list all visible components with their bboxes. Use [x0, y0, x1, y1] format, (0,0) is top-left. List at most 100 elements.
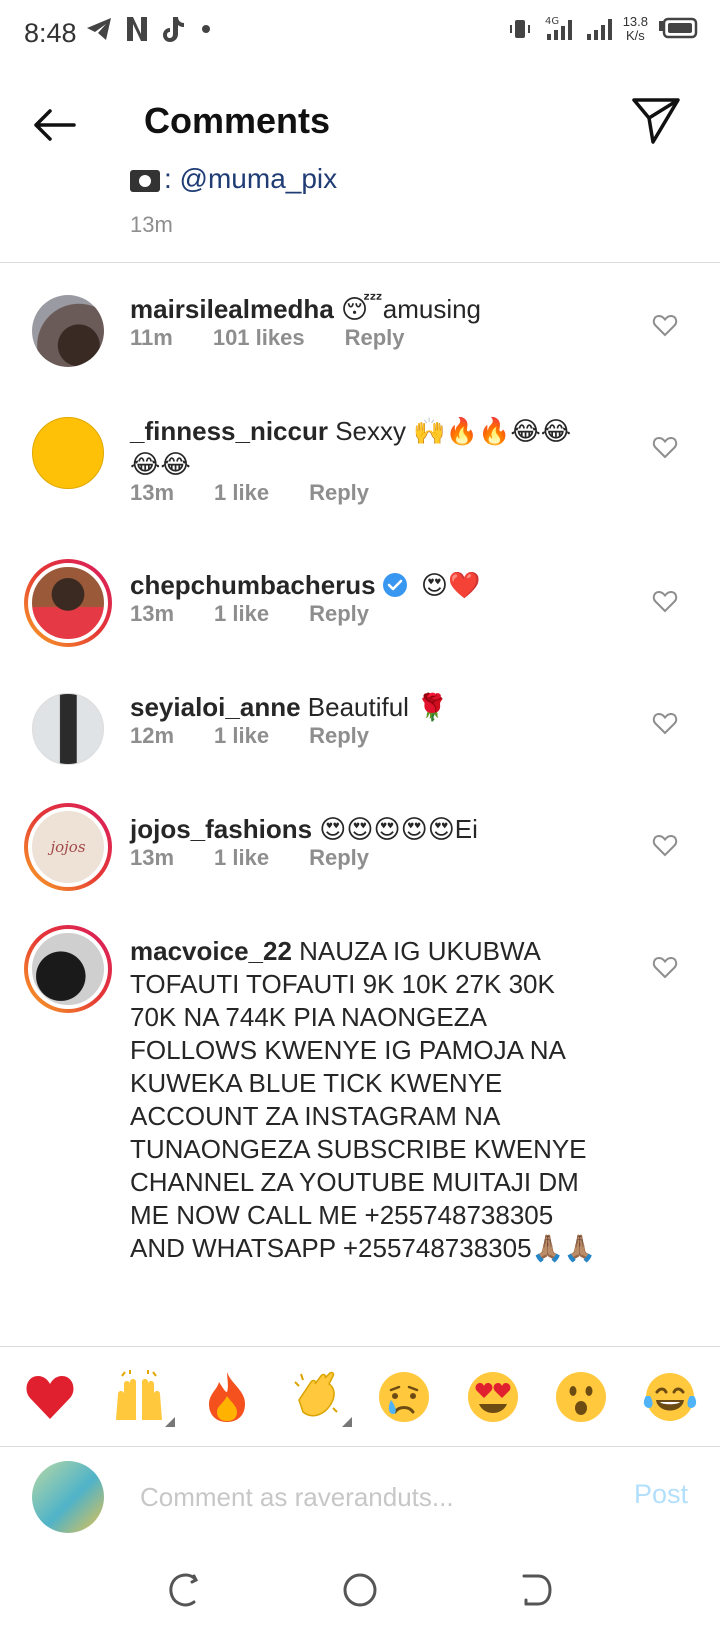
comment-meta: 13m 1 like Reply — [130, 845, 369, 871]
reply-button[interactable]: Reply — [309, 845, 369, 871]
comment-meta: 11m 101 likes Reply — [130, 325, 405, 351]
comment-meta: 12m 1 like Reply — [130, 723, 369, 749]
comment-likes[interactable]: 1 like — [214, 480, 269, 506]
netflix-icon — [127, 17, 147, 41]
quick-emoji-bar — [0, 1346, 720, 1446]
network-speed: 13.8 K/s — [623, 15, 648, 43]
comments-list[interactable]: mairsilealmedha 😴amusing 11m 101 likes R… — [0, 263, 720, 1346]
comment-username[interactable]: jojos_fashions — [130, 814, 312, 844]
skin-tone-indicator — [341, 1416, 352, 1427]
comment-text: chepchumbacherus 😍❤️ — [130, 569, 600, 602]
comment-time: 13m — [130, 601, 175, 626]
send-icon[interactable] — [630, 94, 682, 146]
quick-emoji-button[interactable] — [640, 1367, 700, 1427]
like-heart-icon[interactable] — [652, 710, 678, 736]
comment-likes[interactable]: 1 like — [214, 723, 269, 749]
avatar — [28, 563, 108, 643]
skin-tone-indicator — [164, 1416, 175, 1427]
back-arrow-icon[interactable] — [28, 98, 82, 152]
status-bar: 8:48 4G 13.8 K/s — [0, 0, 720, 66]
comment-username[interactable]: _finness_niccur — [130, 416, 328, 446]
quick-emoji-button[interactable] — [463, 1367, 523, 1427]
network-speed-unit: K/s — [625, 28, 645, 43]
comment-meta: 13m 1 like Reply — [130, 480, 369, 506]
reply-button[interactable]: Reply — [309, 723, 369, 749]
comment-text: macvoice_22 NAUZA IG UKUBWA TOFAUTI TOFA… — [130, 935, 600, 1265]
avatar[interactable] — [32, 295, 104, 367]
comment-text: _finness_niccur Sexxy 🙌🔥🔥😂😂😂😂 — [130, 415, 600, 481]
page-title: Comments — [144, 100, 331, 141]
caption-credit-text[interactable]: : @muma_pix — [164, 163, 337, 194]
like-heart-icon[interactable] — [652, 434, 678, 460]
reply-button[interactable]: Reply — [309, 601, 369, 627]
comment-time: 12m — [130, 723, 175, 748]
recent-apps-icon[interactable] — [162, 1568, 206, 1612]
svg-text:4G: 4G — [545, 16, 559, 27]
comment-text: seyialoi_anne Beautiful 🌹 — [130, 691, 600, 724]
comment-input[interactable] — [140, 1477, 580, 1517]
avatar-story-ring[interactable] — [24, 559, 112, 647]
comment-message: NAUZA IG UKUBWA TOFAUTI TOFAUTI 9K 10K 2… — [130, 936, 597, 1263]
quick-emoji-button[interactable] — [197, 1367, 257, 1427]
notification-icons — [84, 14, 210, 44]
caption-credit[interactable]: : @muma_pix — [130, 163, 337, 195]
comment-time: 13m — [130, 480, 175, 505]
quick-emoji-button[interactable] — [20, 1367, 80, 1427]
like-heart-icon[interactable] — [652, 954, 678, 980]
comment-time: 13m — [130, 845, 175, 870]
like-heart-icon[interactable] — [652, 588, 678, 614]
status-right: 4G 13.8 K/s — [507, 14, 698, 44]
home-icon[interactable] — [338, 1568, 382, 1612]
laughing-tears-icon — [643, 1372, 696, 1421]
avatar-story-ring[interactable] — [24, 925, 112, 1013]
reply-button[interactable]: Reply — [345, 325, 405, 351]
raising-hands-icon — [115, 1369, 162, 1420]
current-user-avatar — [32, 1461, 104, 1533]
verified-badge-icon — [382, 573, 407, 597]
comment-likes[interactable]: 101 likes — [213, 325, 305, 351]
vibrate-icon — [509, 20, 530, 38]
quick-emoji-button[interactable] — [286, 1367, 352, 1427]
avatar-story-ring[interactable]: jojos — [24, 803, 112, 891]
avatar — [28, 929, 108, 1009]
tiktok-icon — [163, 17, 184, 42]
avatar[interactable] — [32, 693, 104, 765]
reply-button[interactable]: Reply — [309, 480, 369, 506]
comment-meta: 13m 1 like Reply — [130, 601, 369, 627]
comment-message: 😍❤️ — [413, 570, 481, 600]
comment-username[interactable]: seyialoi_anne — [130, 692, 301, 722]
avatar[interactable] — [32, 417, 104, 489]
clapping-hands-icon — [294, 1371, 338, 1416]
like-heart-icon[interactable] — [652, 312, 678, 338]
signal-4g-icon: 4G — [545, 16, 572, 40]
more-notifications-dot — [202, 25, 210, 33]
comment-message: 😍😍😍😍😍Ei — [312, 814, 478, 844]
caption-tail: : @muma_pix 13m — [130, 160, 690, 260]
camera-icon — [130, 169, 160, 192]
comment-time: 11m — [130, 325, 173, 350]
caption-time: 13m — [130, 212, 173, 237]
sleeping-face-icon: 😴 — [341, 295, 383, 325]
like-heart-icon[interactable] — [652, 832, 678, 858]
comment-likes[interactable]: 1 like — [214, 601, 269, 627]
quick-emoji-button[interactable] — [109, 1367, 175, 1427]
quick-emoji-button[interactable] — [551, 1367, 611, 1427]
back-nav-icon[interactable] — [514, 1568, 558, 1612]
red-heart-icon — [26, 1375, 74, 1419]
network-speed-value: 13.8 — [622, 14, 648, 29]
status-time: 8:48 — [24, 18, 77, 48]
battery-icon — [659, 17, 698, 39]
comment-message: amusing — [382, 294, 482, 324]
comment-username[interactable]: mairsilealmedha — [130, 294, 334, 324]
avatar-logo-text: jojos — [50, 838, 86, 856]
surprised-face-icon — [556, 1371, 607, 1422]
quick-emoji-button[interactable] — [374, 1367, 434, 1427]
comment-username[interactable]: macvoice_22 — [130, 936, 292, 966]
signal-icon — [586, 19, 612, 40]
post-button[interactable]: Post — [634, 1479, 688, 1510]
comment-likes[interactable]: 1 like — [214, 845, 269, 871]
heart-eyes-icon — [467, 1371, 518, 1422]
comment-username[interactable]: chepchumbacherus — [130, 570, 376, 600]
comment-message: Beautiful 🌹 — [300, 692, 449, 722]
telegram-icon — [87, 18, 111, 40]
